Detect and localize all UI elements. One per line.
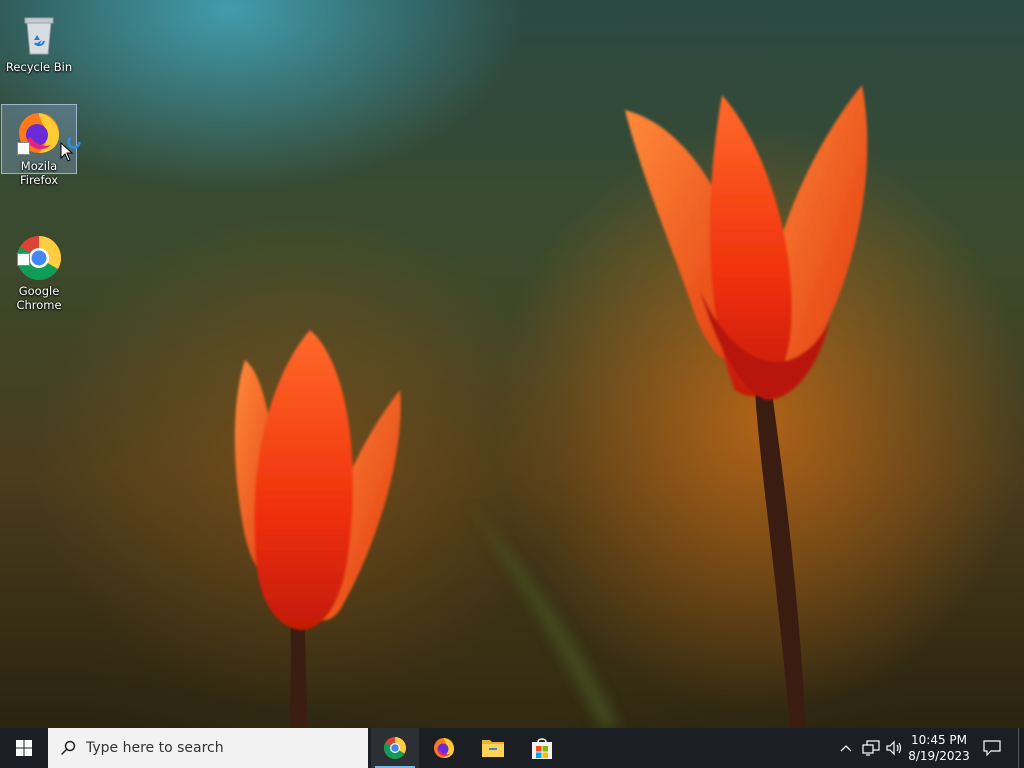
- desktop[interactable]: Recycle Bin Mozila Firefox Google Chrome: [0, 0, 1024, 728]
- shortcut-arrow-icon: [17, 253, 30, 266]
- taskbar-app-store[interactable]: [518, 728, 566, 768]
- chrome-icon: [384, 737, 406, 759]
- wallpaper-tulips: [234, 85, 868, 728]
- clock-date: 8/19/2023: [908, 749, 970, 763]
- desktop-icon-label: Mozila Firefox: [19, 159, 59, 187]
- taskbar-app-firefox[interactable]: [420, 728, 468, 768]
- recycle-bin-icon: [15, 10, 63, 58]
- show-desktop-button[interactable]: [1018, 728, 1024, 768]
- windows-logo-icon: [16, 740, 32, 756]
- store-icon: [532, 738, 552, 759]
- clock-time: 10:45 PM: [911, 733, 967, 747]
- start-button[interactable]: [0, 728, 48, 768]
- taskbar-app-file-explorer[interactable]: [469, 728, 517, 768]
- firefox-icon: [434, 738, 454, 758]
- tray-volume-button[interactable]: [884, 728, 906, 768]
- taskbar-app-chrome[interactable]: [371, 728, 419, 768]
- firefox-icon: [15, 109, 63, 157]
- action-center-button[interactable]: [978, 728, 1006, 768]
- shortcut-arrow-icon: [17, 142, 30, 155]
- taskbar: 10:45 PM 8/19/2023: [0, 728, 1024, 768]
- search-input[interactable]: [86, 740, 346, 756]
- tray-overflow-button[interactable]: [837, 728, 855, 768]
- taskbar-clock[interactable]: 10:45 PM 8/19/2023: [906, 728, 972, 768]
- taskbar-search-box[interactable]: [48, 728, 368, 768]
- folder-icon: [482, 740, 504, 757]
- volume-icon: [886, 740, 902, 756]
- desktop-icon-chrome[interactable]: Google Chrome: [1, 202, 77, 312]
- notification-icon: [983, 740, 1001, 756]
- search-icon: [60, 740, 76, 756]
- tray-network-button[interactable]: [859, 728, 883, 768]
- desktop-icon-label: Recycle Bin: [5, 60, 73, 74]
- busy-indicator-icon: [67, 135, 81, 149]
- desktop-icon-recycle-bin[interactable]: Recycle Bin: [1, 6, 77, 74]
- desktop-icon-label: Google Chrome: [16, 284, 62, 312]
- chevron-up-icon: [840, 745, 852, 752]
- chrome-icon: [15, 220, 63, 280]
- network-icon: [862, 740, 880, 756]
